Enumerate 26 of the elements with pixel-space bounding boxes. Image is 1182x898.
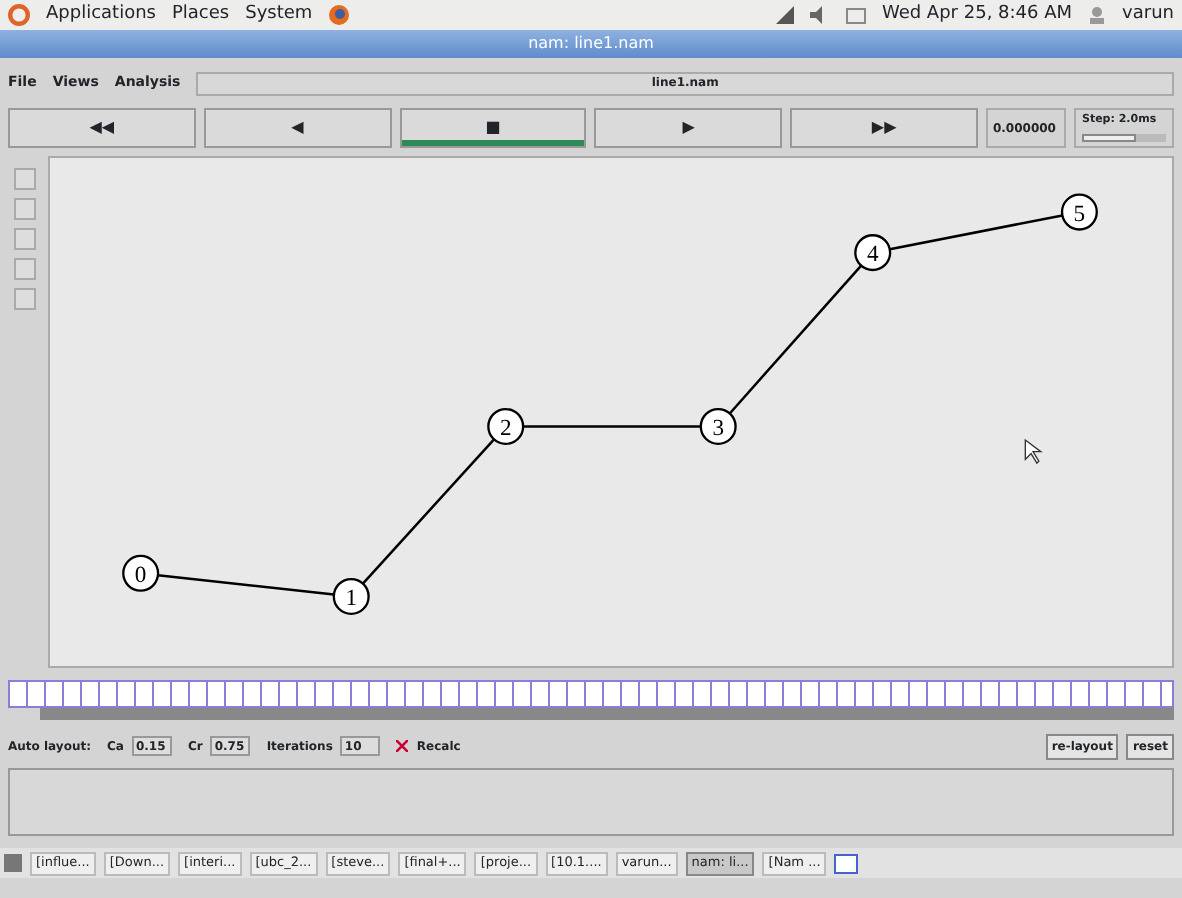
playback-button[interactable]: ■ <box>399 108 587 148</box>
recalc-checkbox[interactable] <box>396 739 409 752</box>
node[interactable]: 5 <box>1060 193 1098 231</box>
window-title: nam: line1.nam <box>0 30 1182 58</box>
node[interactable]: 2 <box>487 407 525 446</box>
node[interactable]: 0 <box>122 554 160 592</box>
user-icon <box>1088 6 1107 24</box>
node[interactable]: 1 <box>332 577 370 615</box>
panel-menu[interactable]: Places <box>171 1 230 29</box>
slider-thumb[interactable] <box>1081 134 1137 142</box>
timeline-bar[interactable] <box>8 680 1174 708</box>
panel-menu[interactable]: System <box>245 1 313 29</box>
browser-icon[interactable] <box>328 4 351 26</box>
mouse-cursor-icon <box>1024 438 1043 465</box>
clock-text[interactable]: Wed Apr 25, 8:46 AM <box>881 1 1073 29</box>
signal-icon[interactable] <box>775 6 794 24</box>
playback-button[interactable]: ◀◀ <box>8 108 196 148</box>
user-name[interactable]: varun <box>1122 1 1174 29</box>
node[interactable]: 4 <box>854 234 892 272</box>
logo-icon[interactable] <box>8 4 30 26</box>
playback-button[interactable]: ◀ <box>203 108 392 148</box>
playback-button[interactable]: ▶ <box>594 108 783 148</box>
workspace-icon[interactable] <box>834 853 859 873</box>
panel-menu[interactable]: Applications <box>46 1 156 29</box>
node[interactable]: 3 <box>699 407 737 446</box>
playback-button[interactable]: ▶▶ <box>790 108 978 148</box>
